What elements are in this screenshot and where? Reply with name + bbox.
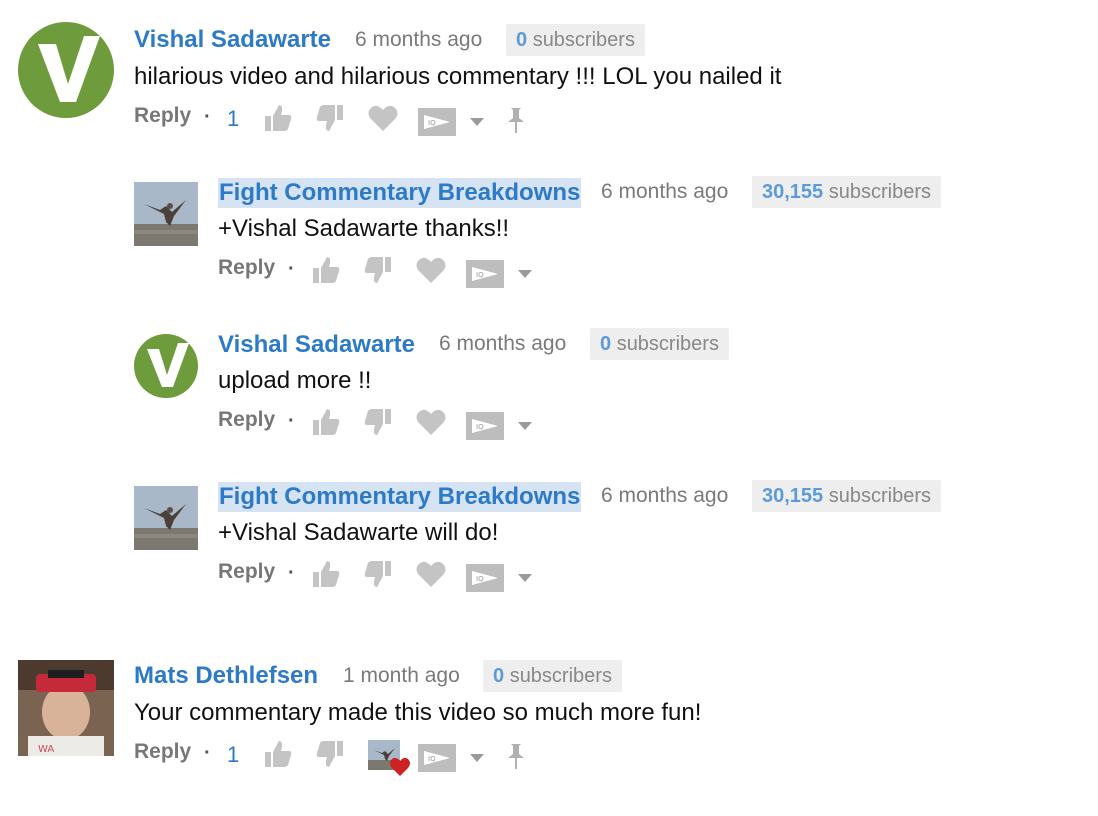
avatar[interactable] [134, 334, 198, 398]
subscriber-count: 0 [600, 333, 612, 355]
subscriber-badge: 30,155 subscribers [752, 480, 941, 512]
svg-text:IQ: IQ [476, 271, 484, 279]
separator-dot: · [204, 106, 211, 128]
martial-artist-photo-avatar-icon [134, 182, 198, 246]
svg-text:IQ: IQ [476, 575, 484, 583]
iq-flag-icon[interactable]: IQ [418, 108, 456, 136]
avatar[interactable] [134, 486, 198, 550]
author-link[interactable]: Mats Dethlefsen [134, 661, 318, 691]
thumbs-down-icon[interactable] [362, 254, 394, 286]
chevron-down-icon[interactable] [518, 422, 532, 430]
like-count: 1 [227, 742, 240, 767]
comment-text: hilarious video and hilarious commentary… [134, 63, 782, 90]
chevron-down-icon[interactable] [470, 754, 484, 762]
separator-dot: · [204, 742, 211, 764]
iq-flag-icon[interactable]: IQ [466, 260, 504, 288]
subscriber-label: subscribers [828, 485, 931, 507]
svg-text:IQ: IQ [476, 423, 484, 431]
subscriber-badge: 0 subscribers [590, 328, 729, 360]
creator-heart-icon[interactable] [368, 738, 414, 778]
timestamp[interactable]: 6 months ago [439, 329, 566, 359]
chevron-down-icon[interactable] [518, 270, 532, 278]
author-link[interactable]: Fight Commentary Breakdowns [218, 178, 582, 208]
v-logo-avatar-icon [18, 22, 114, 118]
subscriber-label: subscribers [532, 29, 635, 51]
iq-flag-icon[interactable]: IQ [418, 744, 456, 772]
thumbs-down-icon[interactable] [314, 738, 346, 770]
heart-icon[interactable] [416, 408, 446, 436]
svg-text:WA: WA [38, 744, 54, 755]
heart-icon[interactable] [416, 560, 446, 588]
thumbs-up-icon[interactable] [262, 738, 294, 770]
heart-icon[interactable] [416, 256, 446, 284]
thumbs-up-icon[interactable] [310, 254, 342, 286]
reply-button[interactable]: Reply [218, 560, 275, 584]
user-photo-avatar-icon: WA [18, 660, 114, 756]
comment-text: +Vishal Sadawarte thanks!! [218, 215, 510, 242]
iq-flag-icon[interactable]: IQ [466, 564, 504, 592]
subscriber-badge: 30,155 subscribers [752, 176, 941, 208]
pin-icon[interactable] [506, 106, 526, 134]
thumbs-up-icon[interactable] [310, 558, 342, 590]
thumbs-down-icon[interactable] [362, 406, 394, 438]
subscriber-label: subscribers [828, 181, 931, 203]
timestamp[interactable]: 6 months ago [355, 25, 482, 55]
subscriber-count: 0 [493, 665, 505, 687]
subscriber-label: subscribers [616, 333, 719, 355]
reply-button[interactable]: Reply [218, 408, 275, 432]
iq-flag-icon[interactable]: IQ [466, 412, 504, 440]
comment-actions: Reply · IQ [218, 254, 558, 290]
subscriber-badge: 0 subscribers [483, 660, 622, 692]
martial-artist-photo-avatar-icon [134, 486, 198, 550]
reply-button[interactable]: Reply [218, 256, 275, 280]
comment-text: Your commentary made this video so much … [134, 699, 702, 726]
author-link[interactable]: Vishal Sadawarte [218, 330, 415, 360]
like-count: 1 [227, 106, 240, 131]
chevron-down-icon[interactable] [518, 574, 532, 582]
author-link[interactable]: Vishal Sadawarte [134, 25, 331, 55]
chevron-down-icon[interactable] [470, 118, 484, 126]
thumbs-up-icon[interactable] [310, 406, 342, 438]
comment-actions: Reply · 1 IQ [134, 102, 534, 138]
thumbs-up-icon[interactable] [262, 102, 294, 134]
heart-icon[interactable] [368, 104, 398, 132]
comment-text: upload more !! [218, 367, 372, 394]
separator-dot: · [288, 410, 295, 432]
comment-actions: Reply · IQ [218, 558, 558, 594]
author-link[interactable]: Fight Commentary Breakdowns [218, 482, 582, 512]
subscriber-count: 30,155 [762, 181, 824, 203]
comment-actions: Reply · 1 IQ [134, 738, 534, 776]
thumbs-down-icon[interactable] [362, 558, 394, 590]
timestamp[interactable]: 6 months ago [601, 177, 728, 207]
subscriber-label: subscribers [509, 665, 612, 687]
subscriber-count: 0 [516, 29, 528, 51]
comment-actions: Reply · IQ [218, 406, 558, 442]
subscriber-badge: 0 subscribers [506, 24, 645, 56]
avatar[interactable] [134, 182, 198, 246]
separator-dot: · [288, 562, 295, 584]
subscriber-count: 30,155 [762, 485, 824, 507]
timestamp[interactable]: 6 months ago [601, 481, 728, 511]
pin-icon[interactable] [506, 742, 526, 770]
comment-text: +Vishal Sadawarte will do! [218, 519, 499, 546]
timestamp[interactable]: 1 month ago [343, 661, 460, 691]
avatar[interactable] [18, 22, 114, 118]
svg-text:IQ: IQ [428, 119, 436, 127]
reply-button[interactable]: Reply [134, 104, 191, 128]
v-logo-avatar-icon [134, 334, 198, 398]
reply-button[interactable]: Reply [134, 740, 191, 764]
avatar[interactable]: WA [18, 660, 114, 756]
thumbs-down-icon[interactable] [314, 102, 346, 134]
svg-text:IQ: IQ [428, 755, 436, 763]
separator-dot: · [288, 258, 295, 280]
